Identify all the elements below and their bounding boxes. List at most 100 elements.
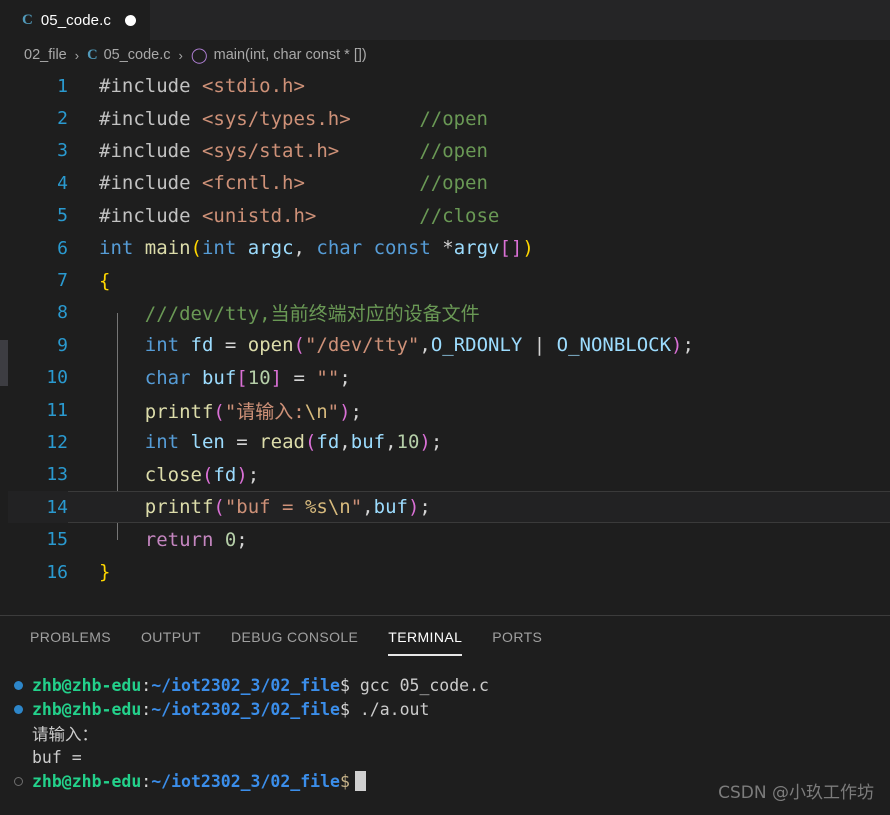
code-line-9[interactable]: 9 int fd = open("/dev/tty",O_RDONLY | O_… bbox=[0, 329, 890, 361]
code-token: = bbox=[236, 431, 260, 454]
code-token: \n bbox=[327, 496, 351, 519]
code-token: int bbox=[144, 334, 191, 357]
terminal-line: 请输入： bbox=[14, 721, 890, 745]
cube-icon: ◯ bbox=[190, 47, 208, 64]
code-editor[interactable]: 1 #include <stdio.h> 2 #include <sys/types.… bbox=[0, 70, 890, 615]
line-content: printf("buf = %s\n",buf); bbox=[82, 496, 431, 518]
code-line-10[interactable]: 10 char buf[10] = ""; bbox=[0, 362, 890, 394]
line-content: #include <unistd.h> //close bbox=[82, 205, 499, 227]
code-token: } bbox=[99, 561, 111, 584]
line-content: #include <fcntl.h> //open bbox=[82, 172, 488, 194]
command-decoration[interactable] bbox=[14, 704, 32, 714]
code-token: int bbox=[144, 431, 191, 454]
code-line-6[interactable]: 6 int main(int argc, char const *argv[]) bbox=[0, 232, 890, 264]
terminal-command-text: ./a.out bbox=[349, 699, 430, 719]
code-line-1[interactable]: 1 #include <stdio.h> bbox=[0, 70, 890, 102]
code-token: argc bbox=[247, 237, 294, 260]
line-number: 7 bbox=[57, 270, 68, 292]
code-line-7[interactable]: 7{ bbox=[0, 264, 890, 296]
code-token: ] bbox=[270, 366, 283, 389]
panel-tab-ports[interactable]: PORTS bbox=[492, 629, 542, 649]
line-content: #include <stdio.h> bbox=[82, 75, 305, 97]
terminal-prompt-dollar: $ bbox=[339, 771, 350, 791]
terminal-prompt-colon: : bbox=[141, 699, 152, 719]
terminal-cursor[interactable] bbox=[354, 771, 366, 791]
line-number: 4 bbox=[57, 172, 68, 194]
code-token: ) bbox=[339, 400, 351, 423]
code-token: ) bbox=[236, 463, 248, 486]
code-lines-container: 1 #include <stdio.h> 2 #include <sys/types.… bbox=[0, 70, 890, 588]
vscode-window: C 05_code.c 02_file › C 05_code.c › ◯ ma… bbox=[0, 0, 890, 815]
code-token: ; bbox=[350, 400, 362, 423]
code-line-13[interactable]: 13 close(fd); bbox=[0, 459, 890, 491]
code-line-11[interactable]: 11 printf("请输入:\n"); bbox=[0, 394, 890, 426]
code-token: ) bbox=[522, 237, 534, 260]
code-token: ( bbox=[304, 431, 317, 454]
code-token: #include bbox=[99, 107, 202, 130]
code-token: return bbox=[144, 528, 225, 551]
code-token: int bbox=[99, 237, 145, 260]
panel-tab-terminal[interactable]: TERMINAL bbox=[388, 629, 463, 656]
line-number: 1 bbox=[57, 75, 68, 97]
terminal-line: zhb@zhb-edu: ~/iot2302_3/02_file $ ./a.out bbox=[14, 697, 890, 721]
scrollbar-thumb[interactable] bbox=[0, 340, 8, 386]
c-file-icon: C bbox=[87, 46, 98, 63]
editor-scrollbar-left[interactable] bbox=[0, 40, 8, 615]
editor-tab-05_code-c[interactable]: C 05_code.c bbox=[0, 0, 150, 40]
code-token: [ bbox=[236, 366, 248, 389]
code-line-8[interactable]: 8 ///dev/tty,当前终端对应的设备文件 bbox=[0, 297, 890, 329]
terminal-prompt-path: ~/iot2302_3/02_file bbox=[151, 771, 340, 791]
code-line-4[interactable]: 4 #include <fcntl.h> //open bbox=[0, 167, 890, 199]
panel-tab-output[interactable]: OUTPUT bbox=[141, 629, 201, 649]
line-number: 3 bbox=[57, 140, 68, 162]
code-token: len bbox=[190, 431, 237, 454]
breadcrumb-folder[interactable]: 02_file bbox=[24, 47, 67, 63]
panel-tab-debug-console[interactable]: DEBUG CONSOLE bbox=[231, 629, 358, 649]
code-token: ( bbox=[293, 334, 305, 357]
line-content: int len = read(fd,buf,10); bbox=[82, 431, 443, 454]
code-line-3[interactable]: 3 #include <sys/stat.h> //open bbox=[0, 135, 890, 167]
code-token: <sys/stat.h> bbox=[201, 139, 340, 162]
code-token: ; bbox=[236, 528, 248, 551]
line-content: int main(int argc, char const *argv[]) bbox=[82, 237, 534, 259]
code-token: ///dev/tty,当前终端对应的设备文件 bbox=[99, 303, 480, 326]
code-token: //open bbox=[419, 107, 488, 130]
breadcrumb-symbol[interactable]: ◯ main(int, char const * []) bbox=[191, 46, 367, 64]
code-token: ; bbox=[419, 496, 431, 519]
code-token: argv bbox=[453, 237, 500, 260]
command-decoration[interactable] bbox=[14, 680, 32, 690]
code-token: \n bbox=[304, 400, 328, 423]
terminal-view[interactable]: zhb@zhb-edu: ~/iot2302_3/02_file $ gcc 05_… bbox=[0, 661, 890, 815]
code-token: ( bbox=[213, 400, 225, 423]
code-line-15[interactable]: 15 return 0; bbox=[0, 523, 890, 555]
code-line-14[interactable]: 14 printf("buf = %s\n",buf); bbox=[0, 491, 890, 524]
code-token: read bbox=[259, 431, 305, 454]
panel-tab-problems[interactable]: PROBLEMS bbox=[30, 629, 111, 649]
line-content: { bbox=[82, 270, 110, 292]
code-token: ; bbox=[430, 431, 443, 454]
breadcrumb-file[interactable]: C 05_code.c bbox=[87, 47, 170, 64]
code-line-12[interactable]: 12 int len = read(fd,buf,10); bbox=[0, 426, 890, 458]
tab-bar-empty-space bbox=[149, 0, 890, 40]
command-decoration[interactable] bbox=[14, 776, 32, 786]
line-content: return 0; bbox=[82, 529, 248, 551]
terminal-line: zhb@zhb-edu: ~/iot2302_3/02_file $ gcc 05_… bbox=[14, 673, 890, 697]
code-token: , bbox=[339, 431, 351, 454]
terminal-prompt-path: ~/iot2302_3/02_file bbox=[151, 699, 340, 719]
unsaved-dot-icon[interactable] bbox=[124, 14, 136, 26]
terminal-prompt-dollar: $ bbox=[339, 699, 350, 719]
watermark: CSDN @小玖工作坊 bbox=[718, 783, 874, 803]
code-line-2[interactable]: 2 #include <sys/types.h> //open bbox=[0, 102, 890, 134]
line-number: 5 bbox=[57, 205, 68, 227]
code-line-16[interactable]: 16} bbox=[0, 556, 890, 588]
line-content: #include <sys/types.h> //open bbox=[82, 108, 488, 130]
command-success-dot-icon bbox=[14, 704, 23, 714]
code-line-5[interactable]: 5 #include <unistd.h> //close bbox=[0, 200, 890, 232]
code-token: <sys/types.h> bbox=[201, 107, 351, 130]
terminal-prompt-user: zhb@zhb-edu bbox=[32, 771, 142, 791]
code-token: //open bbox=[419, 172, 488, 195]
